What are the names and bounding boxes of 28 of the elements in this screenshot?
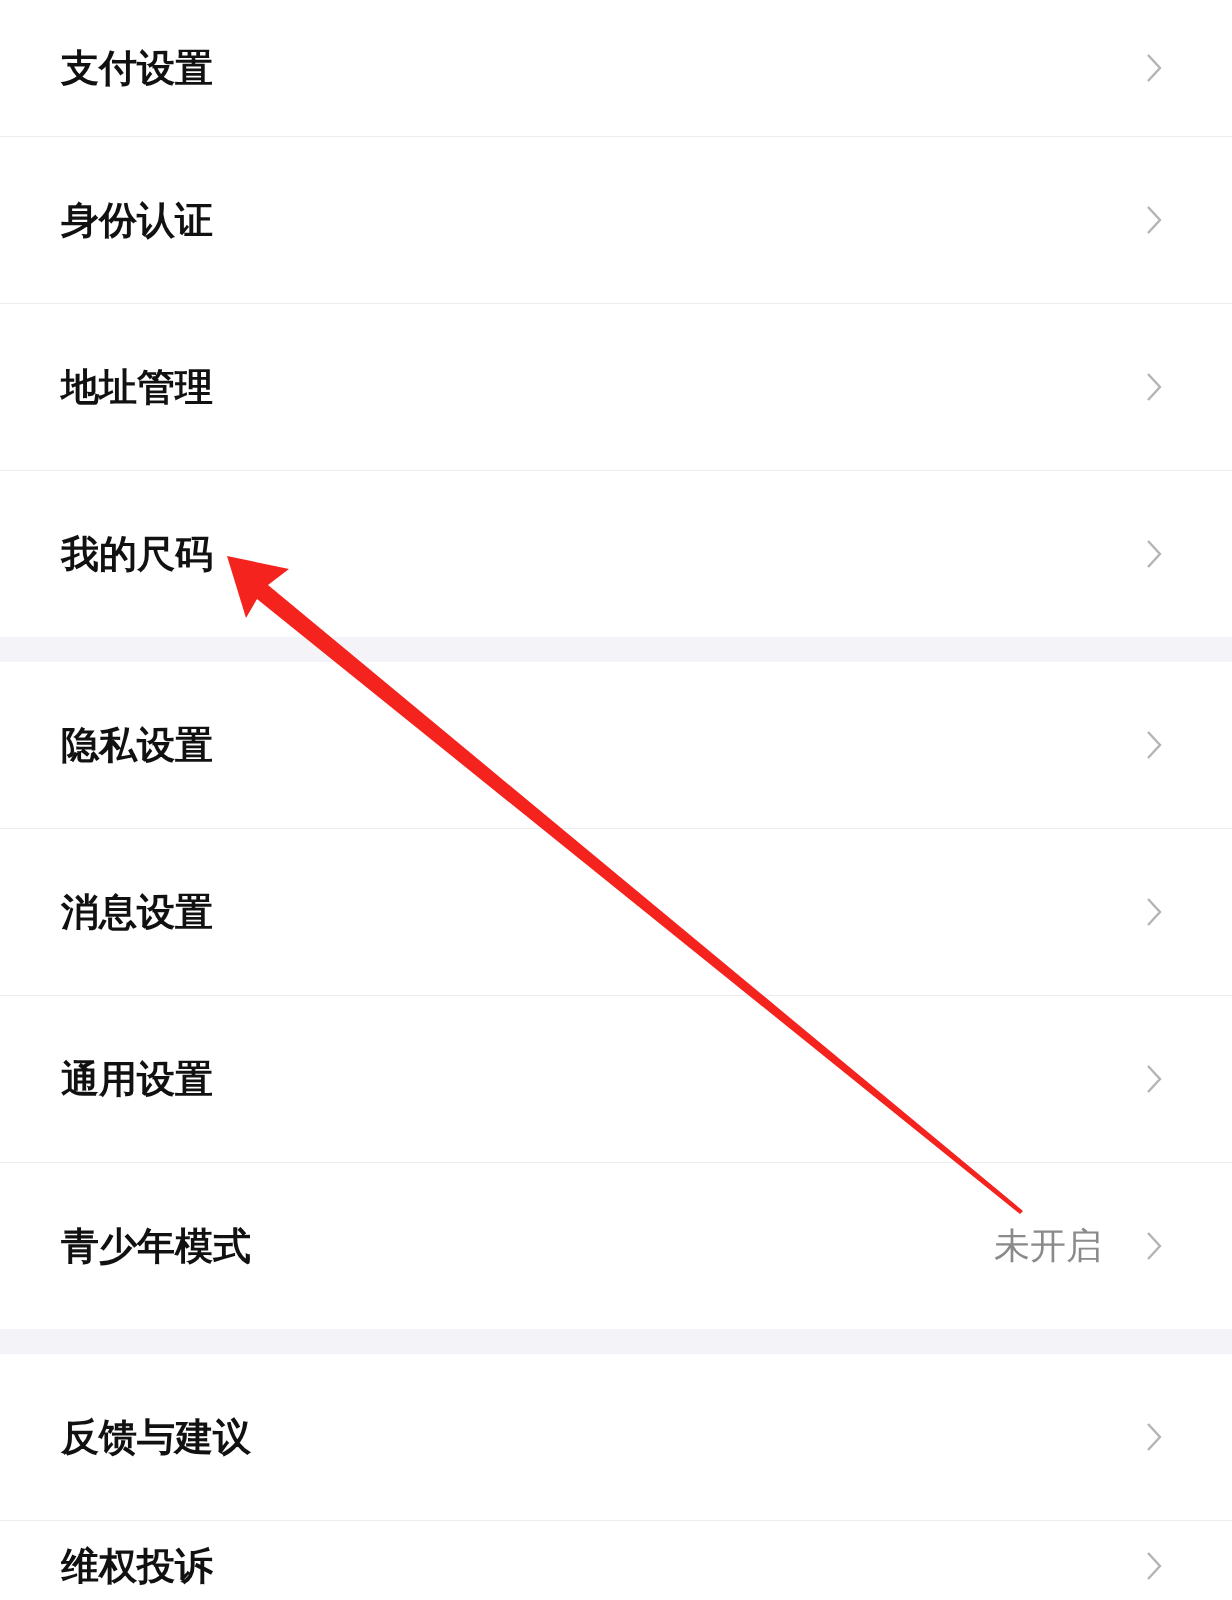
item-label: 反馈与建议	[61, 1413, 252, 1461]
settings-item[interactable]: 我的尺码	[0, 471, 1232, 637]
chevron-right-icon	[1146, 730, 1162, 760]
chevron-right-icon	[1146, 1064, 1162, 1094]
item-label: 支付设置	[61, 44, 214, 92]
chevron-right-icon	[1146, 897, 1162, 927]
settings-item[interactable]: 支付设置	[0, 0, 1232, 137]
settings-item[interactable]: 地址管理	[0, 304, 1232, 471]
settings-item[interactable]: 青少年模式 未开启	[0, 1163, 1232, 1329]
chevron-right-icon	[1146, 372, 1162, 402]
item-label: 地址管理	[61, 363, 214, 411]
item-label: 身份认证	[61, 196, 214, 244]
chevron-right-icon	[1146, 205, 1162, 235]
chevron-right-icon	[1146, 539, 1162, 569]
settings-item[interactable]: 反馈与建议	[0, 1354, 1232, 1521]
item-label: 维权投诉	[61, 1542, 214, 1590]
item-label: 我的尺码	[61, 530, 214, 578]
settings-item[interactable]: 维权投诉	[0, 1521, 1232, 1600]
chevron-right-icon	[1146, 1551, 1162, 1581]
item-label: 通用设置	[61, 1055, 214, 1103]
item-label: 隐私设置	[61, 721, 214, 769]
item-label: 青少年模式	[61, 1222, 252, 1270]
chevron-right-icon	[1146, 1231, 1162, 1261]
chevron-right-icon	[1146, 1422, 1162, 1452]
item-label: 消息设置	[61, 888, 214, 936]
settings-item[interactable]: 身份认证	[0, 137, 1232, 304]
item-value: 未开启	[994, 1223, 1102, 1268]
chevron-right-icon	[1146, 53, 1162, 83]
